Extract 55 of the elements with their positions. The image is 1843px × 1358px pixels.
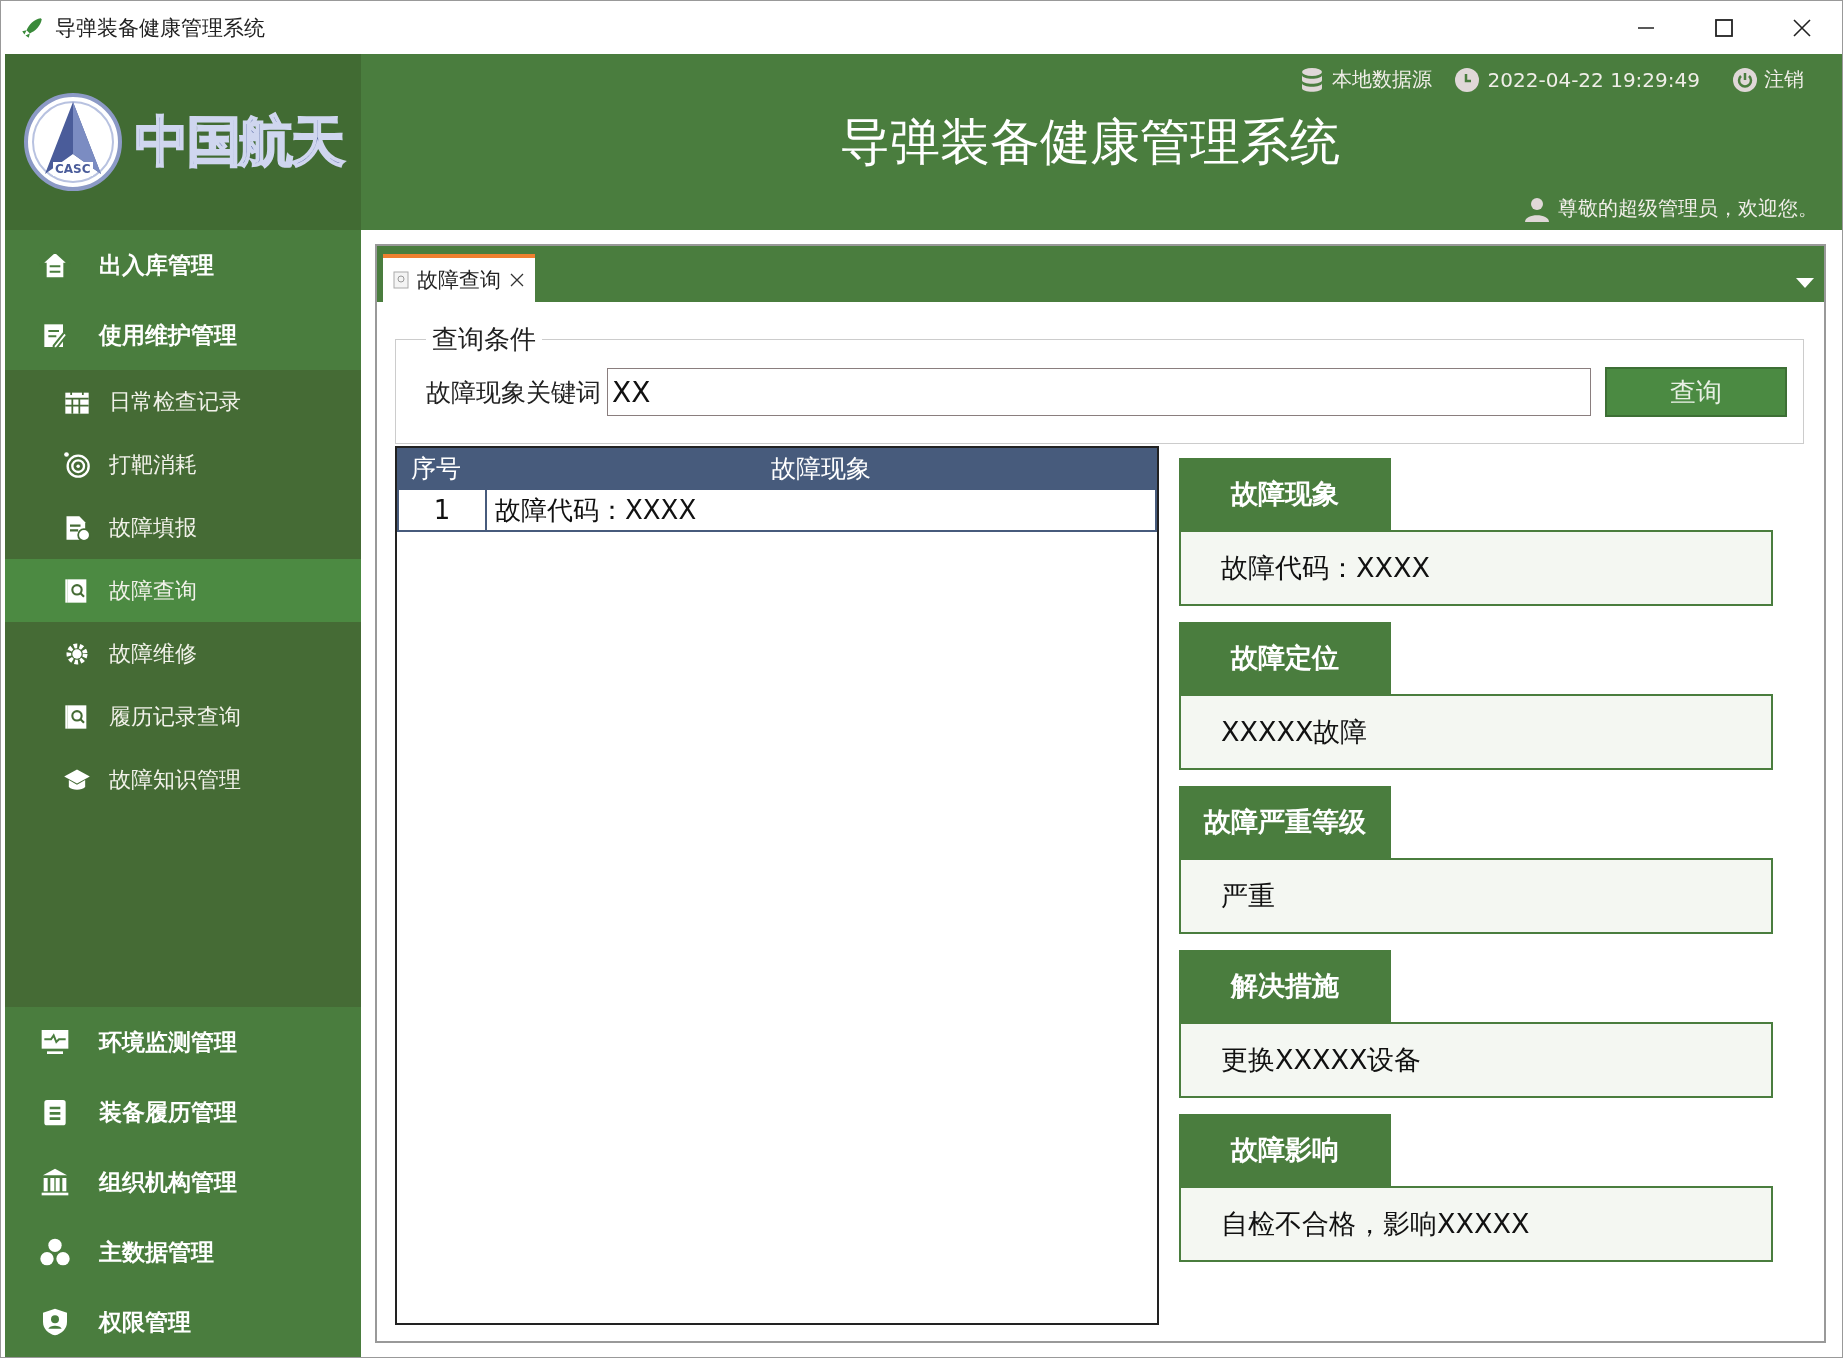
clock-icon [1453, 66, 1480, 93]
window-title: 导弹装备健康管理系统 [55, 14, 265, 42]
emblem-label: CASC [53, 162, 93, 176]
user-icon [1524, 195, 1550, 222]
sidebar-item[interactable]: 主数据管理 [5, 1217, 361, 1287]
detail-value: XXXXX故障 [1179, 694, 1773, 770]
sidebar-item[interactable]: 出入库管理 [5, 230, 361, 300]
field-label: 故障现象关键词 [426, 376, 601, 409]
group-title: 查询条件 [431, 323, 537, 356]
bank-icon [39, 1166, 71, 1198]
sidebar-subitem[interactable]: 故障知识管理 [5, 748, 361, 811]
dropdown-caret-icon[interactable] [1796, 278, 1814, 288]
logo-text: 中国航天 [135, 108, 343, 175]
nodes-icon [39, 1236, 71, 1268]
keyword-input[interactable]: XX [607, 368, 1591, 416]
detail-value: 更换XXXXX设备 [1179, 1022, 1773, 1098]
database-icon [1299, 66, 1324, 93]
close-icon[interactable] [1792, 17, 1812, 38]
detail-value: 自检不合格，影响XXXXX [1179, 1186, 1773, 1262]
logout-label[interactable]: 注销 [1764, 66, 1804, 93]
sidebar-item[interactable]: 组织机构管理 [5, 1147, 361, 1217]
data-source-label: 本地数据源 [1331, 66, 1432, 93]
table-cell: 1 [399, 490, 487, 530]
detail-value: 故障代码：XXXX [1179, 530, 1773, 606]
datetime-label: 2022-04-22 19:29:49 [1487, 67, 1700, 92]
detail-value: 严重 [1179, 858, 1773, 934]
sidebar-subitem[interactable]: 履历记录查询 [5, 685, 361, 748]
sidebar-subitem[interactable]: 故障维修 [5, 622, 361, 685]
detail-heading: 故障严重等级 [1179, 786, 1391, 858]
detail-heading: 故障影响 [1179, 1114, 1391, 1186]
column-header: 故障现象 [770, 452, 872, 485]
sidebar-item[interactable]: 权限管理 [5, 1287, 361, 1357]
sidebar-subitem[interactable]: 日常检查记录 [5, 370, 361, 433]
detail-heading: 故障现象 [1179, 458, 1391, 530]
sidebar-item[interactable]: 环境监测管理 [5, 1007, 361, 1077]
tab[interactable]: 故障查询 [383, 254, 535, 302]
document-icon [393, 271, 409, 289]
emblem-icon [23, 92, 123, 192]
welcome-text: 尊敬的超级管理员，欢迎您。 [1558, 195, 1818, 222]
sidebar-subitem[interactable]: 故障查询 [5, 559, 361, 622]
detail-heading: 解决措施 [1179, 950, 1391, 1022]
power-icon [1732, 66, 1758, 93]
detail-heading: 故障定位 [1179, 622, 1391, 694]
app-title: 导弹装备健康管理系统 [838, 112, 1341, 173]
query-button[interactable]: 查询 [1605, 367, 1787, 417]
column-header: 序号 [410, 452, 462, 485]
sidebar-item[interactable]: 使用维护管理 [5, 300, 361, 370]
table-cell-text: 故障代码：XXXX [494, 493, 697, 527]
close-icon[interactable] [509, 272, 525, 288]
sidebar-subitem[interactable]: 打靶消耗 [5, 433, 361, 496]
logout-link[interactable]: 注销 [1732, 66, 1818, 93]
maximize-icon[interactable] [1714, 17, 1734, 38]
sidebar-item[interactable]: 装备履历管理 [5, 1077, 361, 1147]
target-icon [63, 450, 91, 479]
sidebar-subitem[interactable]: 故障填报 [5, 496, 361, 559]
